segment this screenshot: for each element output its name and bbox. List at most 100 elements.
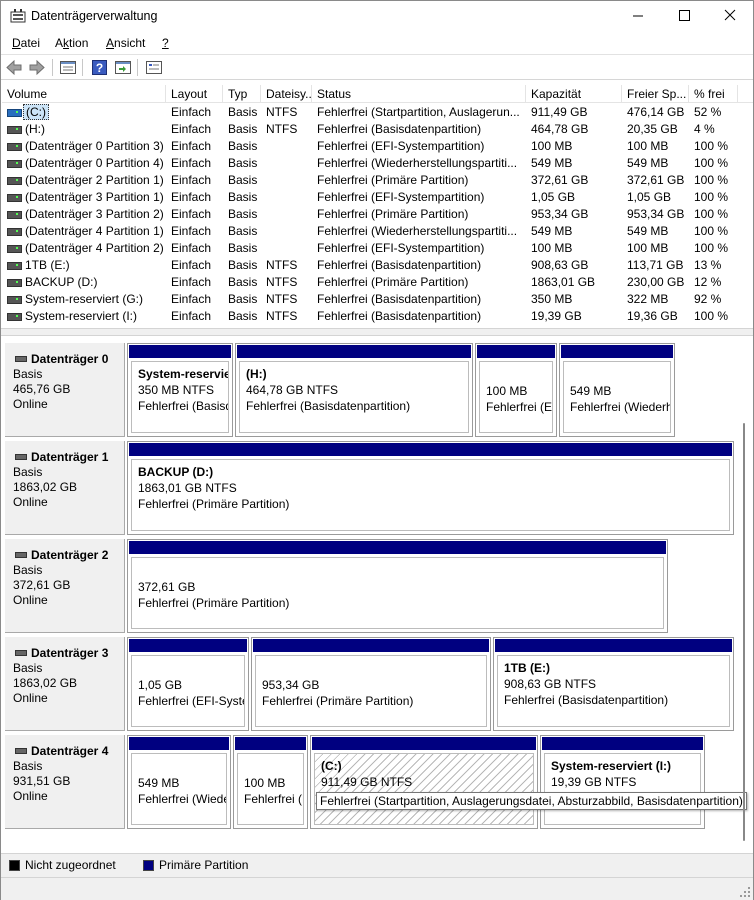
- cell-layout: Einfach: [171, 292, 212, 306]
- partition-block[interactable]: (C:) 911,49 GB NTFS: [310, 735, 538, 829]
- table-row[interactable]: (Datenträger 0 Partition 4) Einfach Basis F…: [2, 155, 753, 172]
- cell-type: Basis: [228, 105, 258, 119]
- disk-label[interactable]: Datenträger 1 Basis 1863,02 GB Online: [5, 441, 125, 535]
- cell-fs: NTFS: [266, 275, 298, 289]
- table-row[interactable]: (C:) Einfach Basis NTFS Fehlerfrei (Startpar…: [2, 104, 753, 121]
- partition-name: System-reservie: [138, 367, 229, 381]
- table-row[interactable]: (H:) Einfach Basis NTFS Fehlerfrei (Basisdat…: [2, 121, 753, 138]
- menu-ansicht[interactable]: Ansicht: [106, 36, 145, 50]
- table-row[interactable]: (Datenträger 3 Partition 2) Einfach Basis F…: [2, 206, 753, 223]
- cell-name: (Datenträger 4 Partition 2): [25, 241, 164, 255]
- table-row[interactable]: BACKUP (D:) Einfach Basis NTFS Fehlerfrei (P…: [2, 274, 753, 291]
- minimize-button[interactable]: [615, 1, 661, 31]
- partition-block[interactable]: 372,61 GB Fehlerfrei (Primäre Partition): [127, 539, 668, 633]
- column-header[interactable]: Status: [312, 85, 526, 103]
- drive-icon: [7, 296, 22, 304]
- disk-label[interactable]: Datenträger 3 Basis 1863,02 GB Online: [5, 637, 125, 731]
- forward-icon[interactable]: [28, 59, 46, 76]
- disk-type: Basis: [13, 563, 43, 577]
- table-row[interactable]: 1TB (E:) Einfach Basis NTFS Fehlerfrei (Basi…: [2, 257, 753, 274]
- cell-capacity: 1863,01 GB: [531, 275, 596, 289]
- table-row[interactable]: System-reserviert (I:) Einfach Basis NTFS Fe…: [2, 308, 753, 325]
- scrollbar-thumb[interactable]: [743, 423, 745, 841]
- cell-layout: Einfach: [171, 241, 212, 255]
- cell-status: Fehlerfrei (Basisdatenpartition): [317, 122, 482, 136]
- partition-info: 372,61 GB Fehlerfrei (Primäre Partition): [131, 557, 664, 629]
- menu-help[interactable]: ?: [162, 36, 169, 50]
- table-row[interactable]: (Datenträger 0 Partition 3) Einfach Basis F…: [2, 138, 753, 155]
- disk-state: Online: [13, 593, 48, 607]
- rescan-icon[interactable]: [145, 59, 163, 76]
- cell-layout: Einfach: [171, 224, 212, 238]
- close-button[interactable]: [707, 1, 753, 31]
- cell-pct: 100 %: [694, 309, 729, 323]
- column-header[interactable]: Volume: [2, 85, 166, 103]
- disk-graph-view: Datenträger 0 Basis 465,76 GB Online System-…: [2, 337, 753, 853]
- column-header[interactable]: Freier Sp...: [622, 85, 689, 103]
- table-row[interactable]: (Datenträger 3 Partition 1) Einfach Basis F…: [2, 189, 753, 206]
- pane-splitter[interactable]: [1, 328, 753, 336]
- cell-free: 372,61 GB: [627, 173, 685, 187]
- menu-datei[interactable]: Datei: [12, 36, 40, 50]
- drive-icon: [7, 228, 22, 236]
- partition-block[interactable]: 1,05 GB Fehlerfrei (EFI-Syster: [127, 637, 249, 731]
- maximize-button[interactable]: [661, 1, 707, 31]
- partition-block[interactable]: 100 MB Fehlerfrei (E: [233, 735, 308, 829]
- help-icon[interactable]: ?: [91, 59, 109, 76]
- table-row[interactable]: (Datenträger 2 Partition 1) Einfach Basis F…: [2, 172, 753, 189]
- cell-type: Basis: [228, 173, 258, 187]
- column-header[interactable]: Typ: [223, 85, 261, 103]
- cell-capacity: 911,49 GB: [531, 105, 588, 119]
- properties-icon[interactable]: [59, 59, 77, 76]
- cell-status: Fehlerfrei (Primäre Partition): [317, 173, 469, 187]
- cell-name: (C:): [20, 104, 166, 121]
- cell-type: Basis: [228, 207, 258, 221]
- column-header[interactable]: Layout: [166, 85, 223, 103]
- cell-type: Basis: [228, 224, 258, 238]
- menu-bar: Datei Aktion Ansicht ?: [1, 33, 753, 55]
- disk-label[interactable]: Datenträger 2 Basis 372,61 GB Online: [5, 539, 125, 633]
- disk-name: Datenträger 3: [13, 646, 124, 661]
- cell-free: 322 MB: [627, 292, 669, 306]
- disk-name-text: Datenträger 3: [31, 646, 109, 660]
- partition-info: 549 MB Fehlerfrei (Wiederh: [563, 361, 671, 433]
- cell-pct: 13 %: [694, 258, 722, 272]
- partition-block[interactable]: 549 MB Fehlerfrei (Wiederh: [559, 343, 675, 437]
- menu-aktion[interactable]: Aktion: [55, 36, 88, 50]
- disk-label[interactable]: Datenträger 0 Basis 465,76 GB Online: [5, 343, 125, 437]
- disk-type: Basis: [13, 465, 43, 479]
- partition-size: 19,39 GB NTFS: [551, 775, 637, 789]
- cell-pct: 92 %: [694, 292, 722, 306]
- vertical-scrollbar[interactable]: [740, 339, 752, 849]
- partition-status: Fehlerfrei (Primäre Partition): [138, 497, 290, 511]
- column-header[interactable]: Kapazität: [526, 85, 622, 103]
- disk-label[interactable]: Datenträger 4 Basis 931,51 GB Online: [5, 735, 125, 829]
- partition-block[interactable]: (H:) 464,78 GB NTFS Fehlerfrei (Basisdaten…: [235, 343, 473, 437]
- cell-name: (Datenträger 2 Partition 1): [25, 173, 164, 187]
- column-header[interactable]: Dateisy...: [261, 85, 312, 103]
- partition-block[interactable]: BACKUP (D:) 1863,01 GB NTFS Fehlerfrei (Pr…: [127, 441, 734, 535]
- partition-size: 372,61 GB: [138, 580, 196, 594]
- refresh-icon[interactable]: [114, 59, 132, 76]
- table-row[interactable]: System-reserviert (G:) Einfach Basis NTFS Fe…: [2, 291, 753, 308]
- partition-block[interactable]: 953,34 GB Fehlerfrei (Primäre Partition): [251, 637, 491, 731]
- partition-block[interactable]: System-reservie 350 MB NTFS Fehlerfrei (Ba…: [127, 343, 233, 437]
- partition-block[interactable]: 549 MB Fehlerfrei (Wiede: [127, 735, 231, 829]
- resize-grip-icon[interactable]: [740, 887, 750, 897]
- status-bar: [1, 877, 753, 900]
- partition-block[interactable]: System-reserviert (I:) 19,39 GB NTFS: [540, 735, 705, 829]
- cell-free: 20,35 GB: [627, 122, 678, 136]
- table-row[interactable]: (Datenträger 4 Partition 2) Einfach Basis F…: [2, 240, 753, 257]
- partition-type-bar: [129, 345, 231, 358]
- back-icon[interactable]: [5, 59, 23, 76]
- cell-free: 549 MB: [627, 156, 669, 170]
- partition-block[interactable]: 100 MB Fehlerfrei (EF: [475, 343, 557, 437]
- table-row[interactable]: (Datenträger 4 Partition 1) Einfach Basis F…: [2, 223, 753, 240]
- column-header[interactable]: % frei: [689, 85, 738, 103]
- partition-block[interactable]: 1TB (E:) 908,63 GB NTFS Fehlerfrei (Basisd…: [493, 637, 734, 731]
- cell-name: (Datenträger 4 Partition 1): [25, 224, 164, 238]
- minimize-icon: [633, 15, 643, 17]
- partition-status: Fehlerfrei (Primäre Partition): [138, 596, 290, 610]
- partition-info: 953,34 GB Fehlerfrei (Primäre Partition): [255, 655, 487, 727]
- cell-name: (H:): [25, 122, 45, 136]
